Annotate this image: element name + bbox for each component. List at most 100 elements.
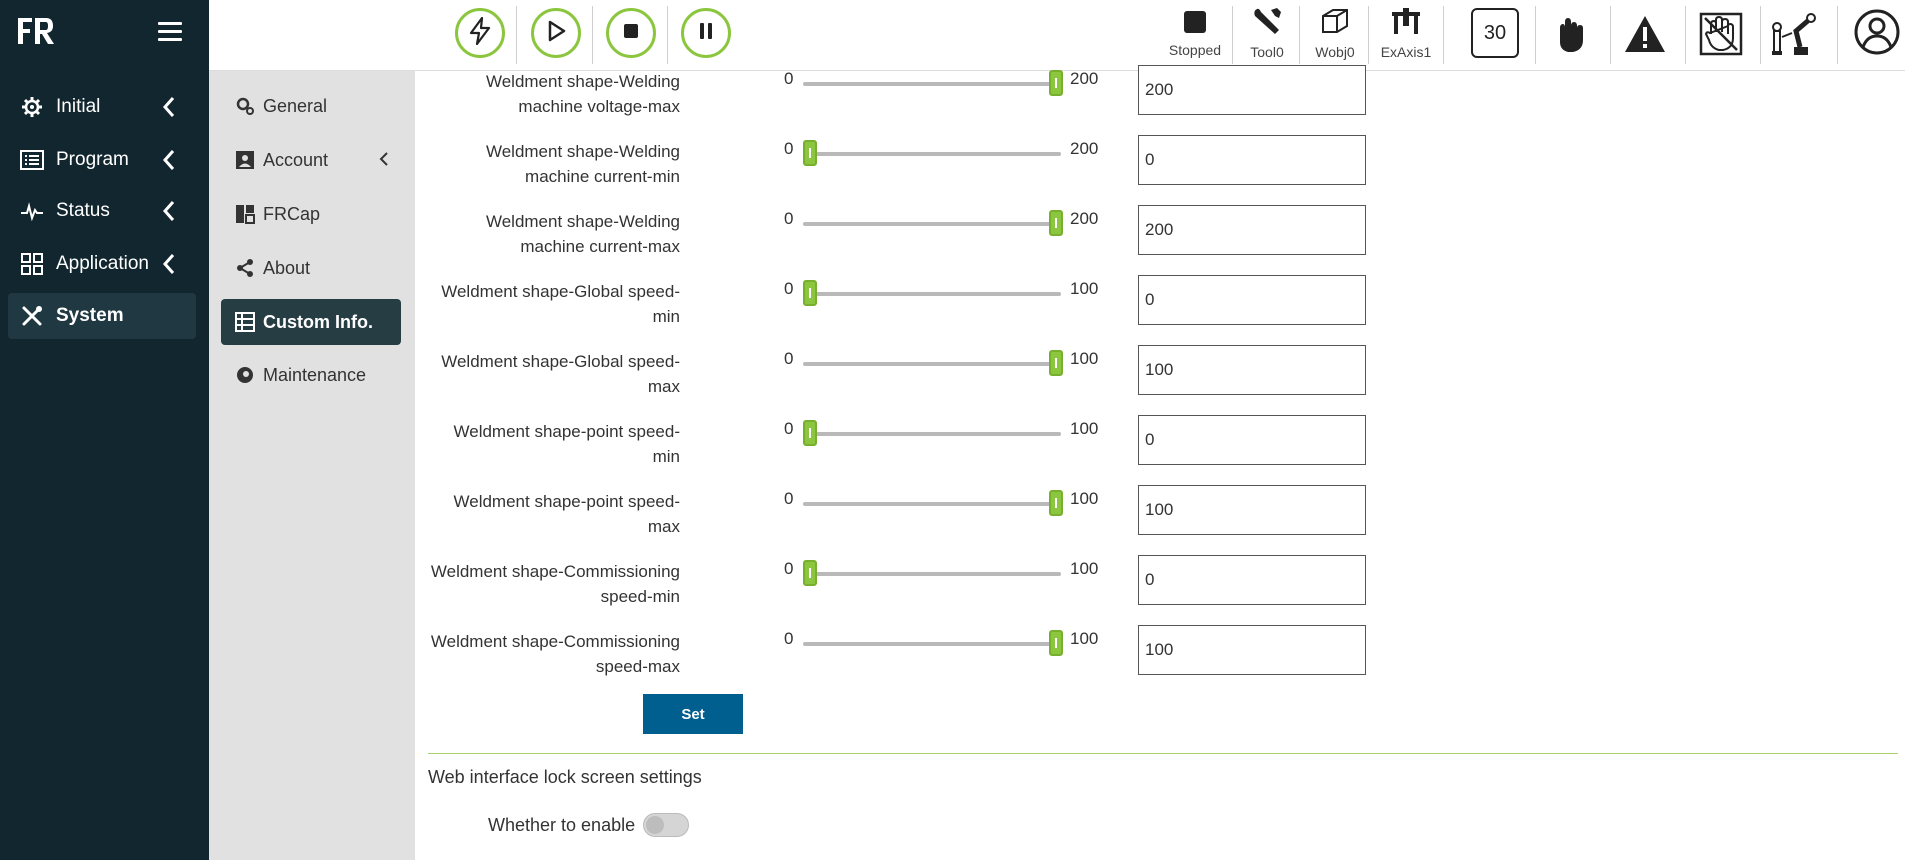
slider-max-value: 100 [1070, 349, 1099, 368]
table-icon [233, 310, 257, 334]
sidebar-item-status[interactable]: Status [8, 188, 196, 234]
param-value-input[interactable] [1138, 415, 1366, 465]
param-label-line2: speed-max [595, 657, 680, 676]
top-toolbar: Stopped Tool0 Wobj0 ExAxis1 30 [209, 0, 1905, 71]
slider-handle[interactable] [803, 420, 817, 446]
workobject-coordinate[interactable]: Wobj0 [1306, 6, 1364, 62]
param-row: Weldment shape-Commissioning speed-min 0 10… [415, 555, 1375, 631]
robot-status[interactable]: Stopped [1163, 6, 1227, 62]
warning-icon[interactable] [1621, 10, 1669, 58]
robot-status-label: Stopped [1168, 42, 1222, 58]
pause-button[interactable] [681, 8, 731, 58]
param-label-line1: Weldment shape-Welding [485, 212, 680, 231]
range-slider[interactable] [803, 350, 1063, 376]
slider-handle[interactable] [803, 140, 817, 166]
collision-hand-icon[interactable] [1697, 10, 1745, 58]
run-button[interactable] [531, 8, 581, 58]
maintenance-icon [233, 363, 257, 387]
sidebar-item-initial[interactable]: Initial [8, 84, 196, 130]
slider-max-value: 100 [1070, 489, 1099, 508]
param-label: Weldment shape-point speed-max [380, 489, 681, 539]
param-value-input[interactable] [1138, 275, 1366, 325]
sidebar-item-label: Initial [56, 96, 101, 117]
fr-logo [16, 14, 56, 48]
sidebar-item-label: Program [56, 149, 129, 170]
range-slider[interactable] [803, 70, 1063, 96]
param-value-input[interactable] [1138, 485, 1366, 535]
slider-min-value: 0 [784, 69, 794, 88]
sidebar-item-program[interactable]: Program [8, 137, 196, 183]
param-label-line1: Weldment shape-point speed- [453, 422, 681, 441]
drag-teach-icon[interactable] [1547, 10, 1595, 58]
subnav-item-frcap[interactable]: FRCap [221, 191, 401, 237]
param-row: Weldment shape-Global speed-min 0 100 [415, 275, 1375, 351]
range-slider[interactable] [803, 210, 1063, 236]
param-label-line2: speed-min [600, 587, 680, 606]
lightning-icon [469, 16, 491, 50]
slider-handle[interactable] [1049, 210, 1063, 236]
robot-arm-icon[interactable] [1770, 10, 1818, 58]
tool-coordinate[interactable]: Tool0 [1239, 6, 1295, 62]
pause-icon [697, 21, 715, 46]
plugin-icon [233, 202, 257, 226]
set-button[interactable]: Set [643, 694, 743, 734]
slider-handle[interactable] [803, 280, 817, 306]
param-value-input[interactable] [1138, 205, 1366, 255]
enable-button[interactable] [455, 8, 505, 58]
range-slider[interactable] [803, 490, 1063, 516]
range-slider[interactable] [803, 140, 1061, 166]
param-label-line2: max [647, 517, 680, 536]
custom-info-panel: Weldment shape-Welding machine voltage-ma… [415, 65, 1905, 860]
param-label: Weldment shape-Commissioning speed-max [380, 629, 680, 679]
subnav-item-custom-info[interactable]: Custom Info. [221, 299, 401, 345]
slider-max-value: 200 [1070, 139, 1099, 158]
stop-icon [622, 22, 640, 45]
menu-toggle-icon[interactable] [158, 20, 184, 44]
param-label: Weldment shape-Welding machine voltage-ma… [380, 69, 680, 119]
param-value-input[interactable] [1138, 345, 1366, 395]
grid-icon [18, 252, 46, 276]
range-slider[interactable] [803, 280, 1061, 306]
list-icon [18, 148, 46, 172]
slider-max-value: 100 [1070, 419, 1099, 438]
cube-icon [1319, 6, 1351, 41]
slider-max-value: 100 [1070, 559, 1099, 578]
param-label-line1: Weldment shape-Commissioning [430, 632, 680, 651]
slider-handle[interactable] [1049, 490, 1063, 516]
slider-handle[interactable] [803, 560, 817, 586]
exaxis-label: ExAxis1 [1380, 44, 1432, 60]
param-value-input[interactable] [1138, 65, 1366, 115]
subnav-item-maintenance[interactable]: Maintenance [221, 352, 401, 398]
stop-button[interactable] [606, 8, 656, 58]
range-slider[interactable] [803, 560, 1061, 586]
range-slider[interactable] [803, 420, 1061, 446]
sidebar-item-application[interactable]: Application [8, 241, 196, 287]
range-slider[interactable] [803, 630, 1063, 656]
slider-handle[interactable] [1049, 630, 1063, 656]
section-divider [428, 753, 1898, 754]
param-label-line2: min [652, 447, 680, 466]
pulse-icon [18, 199, 46, 223]
subnav-item-general[interactable]: General [221, 83, 401, 129]
param-label-line1: Weldment shape-Global speed- [441, 282, 680, 301]
param-value-input[interactable] [1138, 135, 1366, 185]
slider-max-value: 200 [1070, 209, 1099, 228]
slider-handle[interactable] [1049, 350, 1063, 376]
param-label: Weldment shape-Global speed-max [380, 349, 680, 399]
subnav-item-about[interactable]: About [221, 245, 401, 291]
param-row: Weldment shape-Commissioning speed-max 0 10… [415, 625, 1375, 701]
subnav-item-account[interactable]: Account [221, 137, 401, 183]
wobj-label: Wobj0 [1315, 44, 1355, 60]
chevron-left-icon [162, 253, 176, 281]
gear-icon [18, 95, 46, 119]
slider-min-value: 0 [784, 349, 794, 368]
param-row: Weldment shape-Welding machine voltage-ma… [415, 65, 1375, 141]
speed-percentage[interactable]: 30 [1471, 8, 1519, 58]
param-value-input[interactable] [1138, 555, 1366, 605]
sidebar-item-system[interactable]: System [8, 293, 196, 339]
external-axis[interactable]: ExAxis1 [1373, 6, 1439, 62]
slider-handle[interactable] [1049, 70, 1063, 96]
enable-lock-toggle[interactable] [643, 813, 689, 837]
user-avatar-icon[interactable] [1853, 8, 1901, 56]
param-value-input[interactable] [1138, 625, 1366, 675]
